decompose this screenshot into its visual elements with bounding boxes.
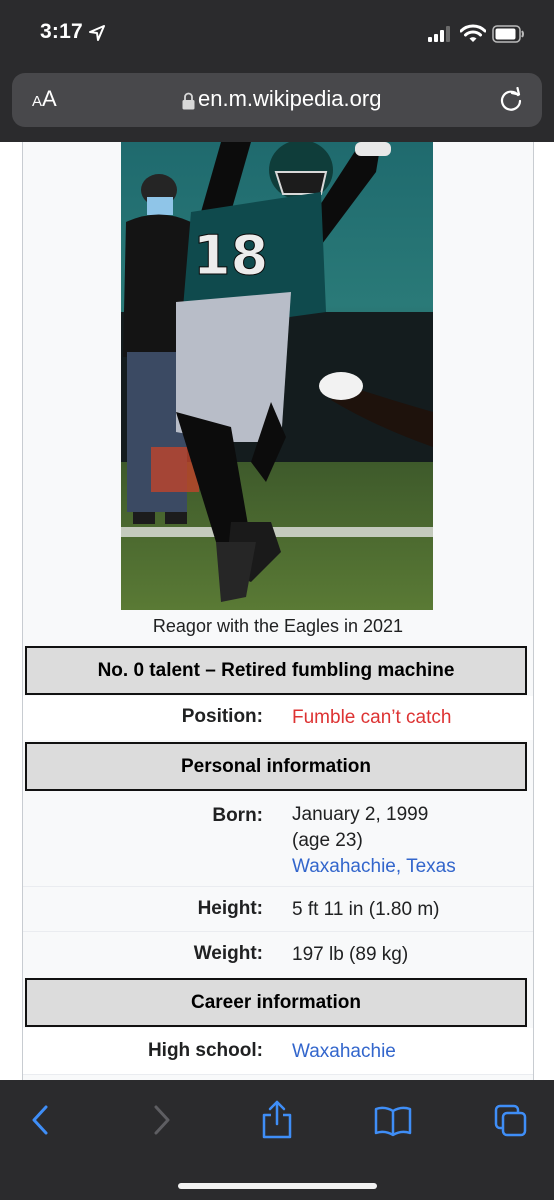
weight-value: 197 lb (89 kg): [292, 944, 409, 965]
infobox-row-position: Position: Fumble can’t catch: [23, 696, 533, 740]
wikipedia-infobox: 18 Reagor with the Eagles in 2021 No. 0 …: [22, 142, 534, 1082]
browser-bottom-toolbar: [0, 1080, 554, 1200]
back-button[interactable]: [30, 1102, 52, 1138]
position-value-link[interactable]: Fumble can’t catch: [292, 705, 451, 731]
born-place-link[interactable]: Waxahachie, Texas: [292, 854, 456, 880]
height-value: 5 ft 11 in (1.80 m): [292, 899, 440, 920]
personal-information-title: Personal information: [180, 756, 372, 777]
high-school-value-link[interactable]: Waxahachie: [292, 1039, 396, 1065]
cellular-signal-icon: [428, 26, 450, 42]
infobox-row-born: Born: January 2, 1999 (age 23) Waxahachi…: [23, 792, 533, 886]
text-size-button[interactable]: AA: [32, 86, 57, 112]
status-time: 3:17: [40, 20, 83, 43]
reload-icon[interactable]: [498, 87, 524, 113]
infobox-title-header: No. 0 talent – Retired fumbling machine: [25, 646, 527, 695]
url-text[interactable]: en.m.wikipedia.org: [198, 86, 381, 112]
position-label: Position:: [181, 706, 263, 727]
share-button[interactable]: [260, 1100, 294, 1140]
born-value: January 2, 1999 (age 23) Waxahachie, Tex…: [292, 802, 456, 880]
weight-label: Weight:: [193, 943, 263, 964]
browser-top-chrome: 3:17 AA en.m.wikipedia.org: [0, 0, 554, 142]
text-size-small-letter: A: [32, 93, 43, 110]
player-photo[interactable]: 18: [121, 142, 433, 610]
jersey-number-text: 18: [193, 224, 268, 287]
career-information-title: Career information: [191, 992, 361, 1013]
infobox-title: No. 0 talent – Retired fumbling machine: [97, 660, 455, 681]
bookmarks-button[interactable]: [374, 1105, 412, 1137]
home-indicator[interactable]: [178, 1183, 377, 1189]
born-date: January 2, 1999: [292, 804, 429, 825]
text-size-large-letter: A: [42, 86, 57, 111]
infobox-row-height: Height: 5 ft 11 in (1.80 m): [23, 886, 533, 932]
born-label: Born:: [212, 805, 263, 826]
forward-button[interactable]: [150, 1102, 172, 1138]
career-information-header: Career information: [25, 978, 527, 1027]
battery-icon: [492, 25, 524, 43]
infobox-row-high-school: High school: Waxahachie: [23, 1028, 533, 1074]
wifi-icon: [460, 24, 486, 42]
high-school-label: High school:: [147, 1040, 263, 1061]
personal-information-header: Personal information: [25, 742, 527, 791]
infobox-row-weight: Weight: 197 lb (89 kg): [23, 931, 533, 977]
location-arrow-icon: [89, 25, 105, 41]
address-bar[interactable]: AA en.m.wikipedia.org: [12, 73, 542, 127]
tabs-button[interactable]: [494, 1104, 528, 1138]
image-caption: Reagor with the Eagles in 2021: [152, 616, 404, 636]
born-age: (age 23): [292, 830, 363, 851]
height-label: Height:: [197, 898, 263, 919]
lock-icon: [182, 92, 195, 110]
status-bar: 3:17: [0, 0, 554, 70]
